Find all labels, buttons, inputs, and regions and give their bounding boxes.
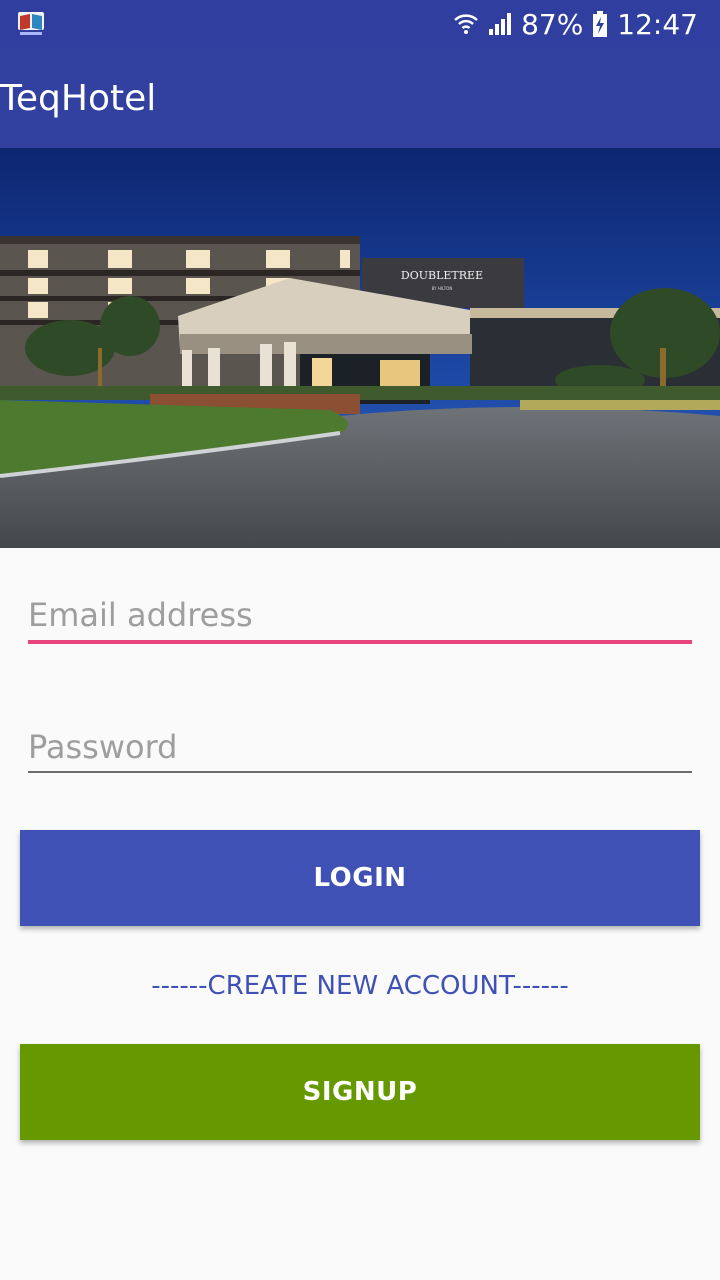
clock: 12:47 [617, 7, 698, 41]
hotel-sign-subtext: BY HILTON [432, 286, 453, 291]
signup-button[interactable]: SIGNUP [20, 1044, 700, 1140]
battery-percentage: 87% [521, 7, 584, 41]
signal-icon [489, 13, 512, 35]
hotel-hero-image: DOUBLETREE BY HILTON [0, 148, 720, 548]
password-underline [28, 771, 692, 773]
battery-charging-icon [593, 11, 608, 37]
login-button[interactable]: LOGIN [20, 830, 700, 926]
email-input[interactable] [28, 592, 692, 638]
email-underline [28, 640, 692, 644]
create-account-text: ------CREATE NEW ACCOUNT------ [151, 971, 569, 1001]
email-field[interactable] [28, 592, 692, 638]
app-title: TeqHotel [0, 78, 157, 119]
password-input[interactable] [28, 724, 692, 770]
status-bar: 87% 12:47 [0, 0, 720, 48]
app-notification-icon [18, 12, 44, 35]
password-field[interactable] [28, 724, 692, 770]
wifi-icon [454, 14, 478, 34]
status-indicators: 87% 12:47 [453, 6, 698, 42]
hotel-sign-text: DOUBLETREE [401, 269, 483, 282]
app-bar: TeqHotel [0, 48, 720, 148]
